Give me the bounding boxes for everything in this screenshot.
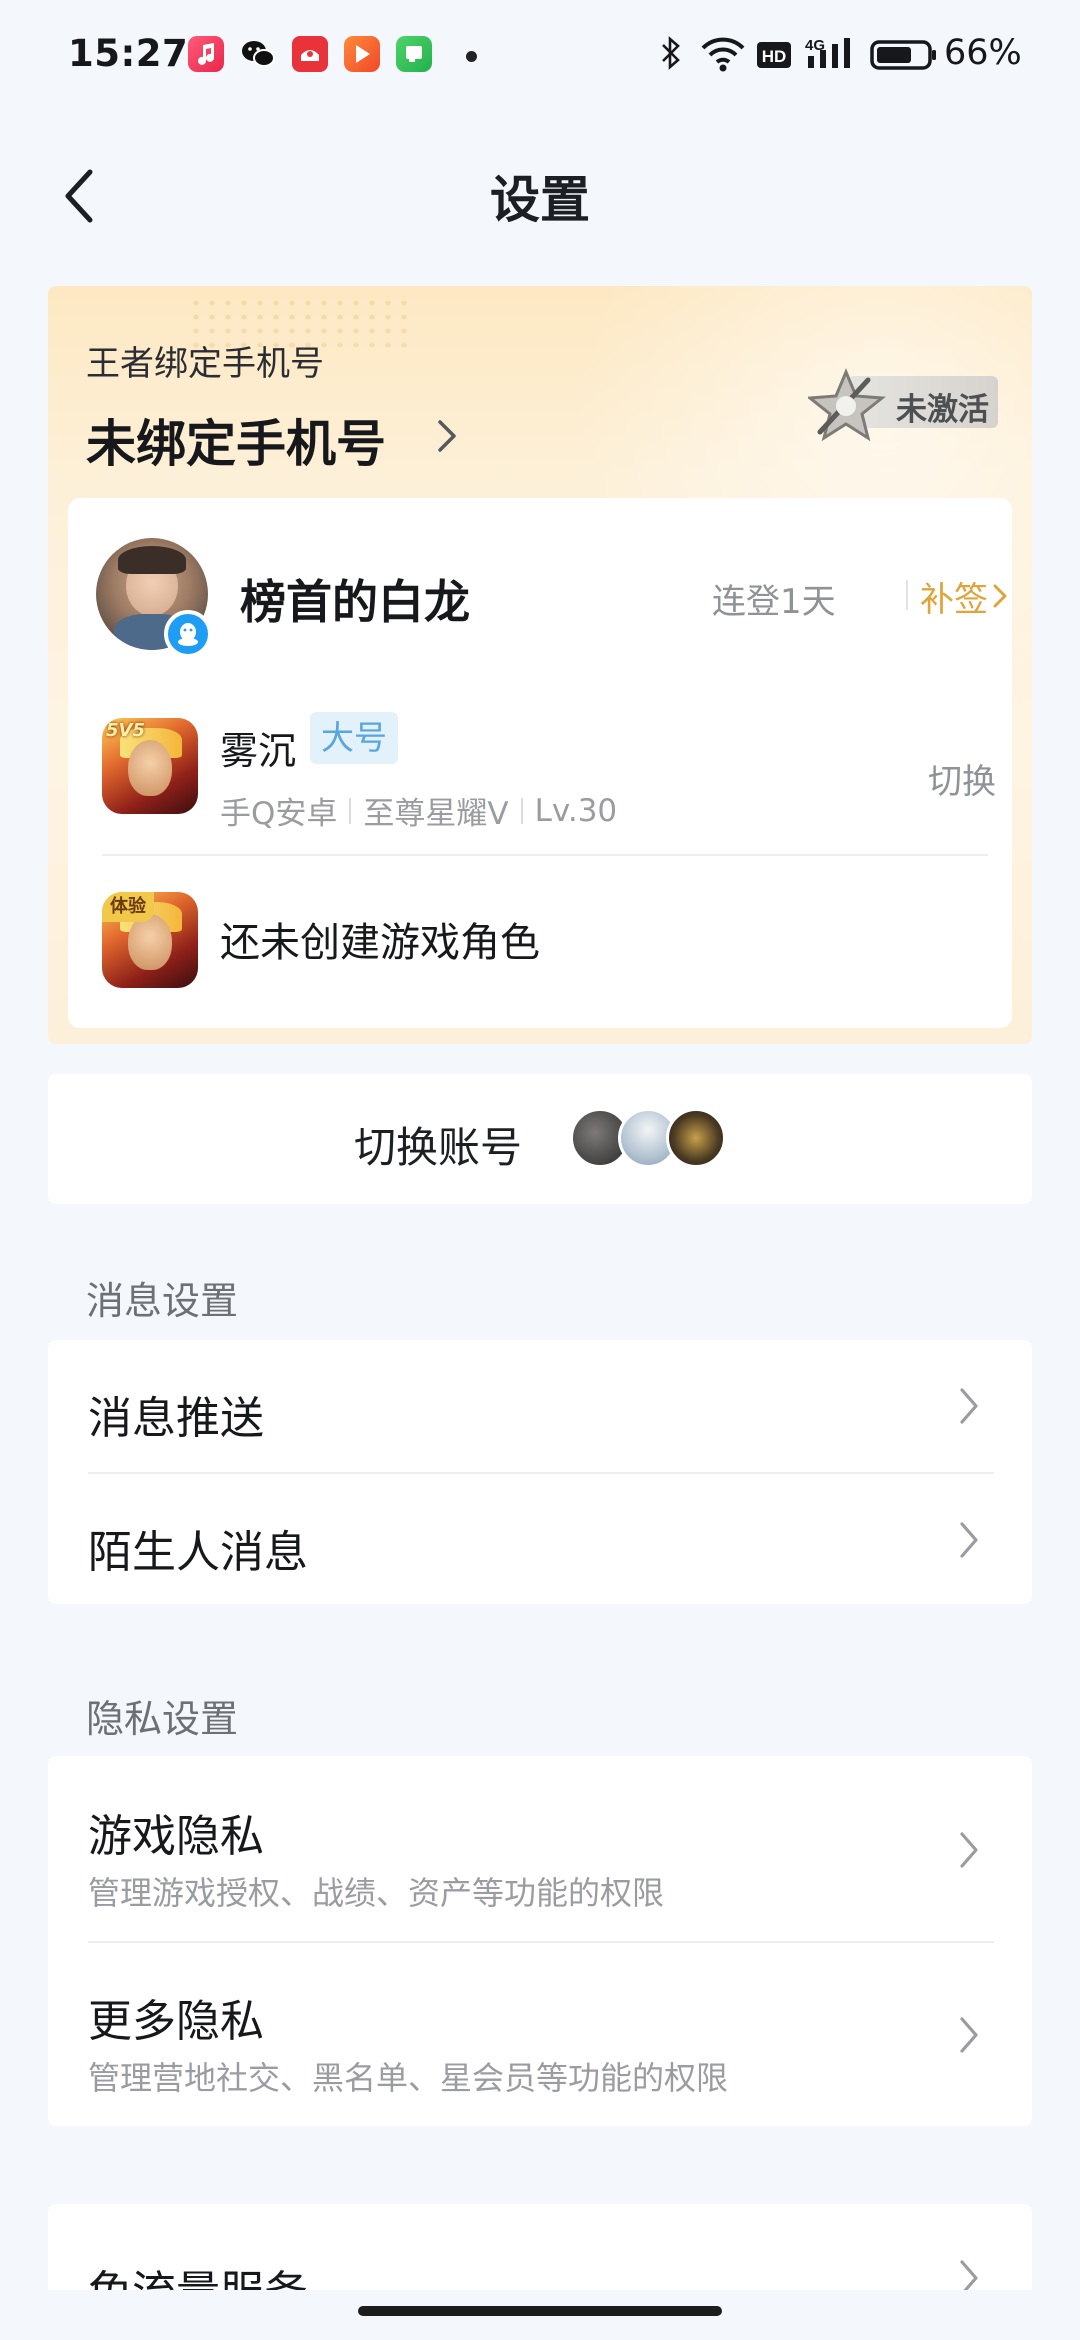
role-rank: 至尊星耀V bbox=[363, 796, 509, 832]
section-title-privacy: 隐私设置 bbox=[86, 1697, 239, 1741]
bluetooth-icon bbox=[662, 36, 680, 70]
profile-card: 榜首的白龙 连登1天 补签 5V5 雾沉 大号 手Q安卓 至尊星耀V Lv.30… bbox=[68, 498, 1012, 1028]
game-icon-tag: 体验 bbox=[102, 892, 154, 922]
red-app-icon bbox=[292, 36, 328, 72]
profile-nickname: 榜首的白龙 bbox=[240, 575, 470, 629]
inactive-badge: 未激活 bbox=[808, 366, 1008, 442]
game-icon-tag: 5V5 bbox=[106, 720, 145, 741]
section-title-message: 消息设置 bbox=[86, 1279, 239, 1323]
hd-icon: HD bbox=[757, 42, 791, 68]
divider bbox=[102, 854, 988, 856]
svg-text:HD: HD bbox=[762, 47, 787, 66]
battery-icon bbox=[870, 40, 936, 70]
battery-percentage: 66% bbox=[944, 33, 1022, 73]
main-account-tag: 大号 bbox=[310, 712, 398, 764]
row-subtitle: 管理游戏授权、战绩、资产等功能的权限 bbox=[88, 1874, 665, 1912]
row-stranger-message[interactable]: 陌生人消息 bbox=[48, 1472, 1032, 1604]
message-settings-group: 消息推送 陌生人消息 bbox=[48, 1340, 1032, 1604]
honor-of-kings-game-icon: 5V5 bbox=[102, 718, 198, 814]
badge-label: 未激活 bbox=[896, 392, 989, 428]
divider bbox=[520, 797, 523, 824]
home-indicator[interactable] bbox=[358, 2306, 722, 2316]
page-title: 设置 bbox=[490, 171, 590, 229]
makeup-sign-button[interactable]: 补签 bbox=[920, 572, 988, 621]
account-avatar bbox=[666, 1108, 726, 1168]
privacy-settings-group: 游戏隐私 管理游戏授权、战绩、资产等功能的权限 更多隐私 管理营地社交、黑名单、… bbox=[48, 1756, 1032, 2126]
star-emblem-icon bbox=[808, 368, 886, 442]
wifi-icon bbox=[701, 37, 745, 72]
phone-binding-card: 王者绑定手机号 未绑定手机号 未激活 榜首的白龙 连登1天 补签 5V5 雾沉 … bbox=[48, 286, 1032, 1044]
qq-badge-icon bbox=[164, 610, 212, 658]
chevron-right-icon[interactable] bbox=[432, 412, 462, 460]
row-message-push[interactable]: 消息推送 bbox=[48, 1340, 1032, 1472]
divider bbox=[906, 580, 908, 610]
switch-account-label: 切换账号 bbox=[354, 1123, 523, 1172]
notification-dot bbox=[466, 51, 477, 62]
switch-account-button[interactable]: 切换账号 bbox=[48, 1074, 1032, 1204]
row-title: 更多隐私 bbox=[88, 1996, 264, 2047]
chevron-right-icon bbox=[960, 1522, 978, 1558]
messages-app-icon bbox=[396, 36, 432, 72]
honor-of-kings-trial-game-icon: 体验 bbox=[102, 892, 198, 988]
role-name: 雾沉 bbox=[220, 729, 297, 773]
row-subtitle: 管理营地社交、黑名单、星会员等功能的权限 bbox=[88, 2059, 729, 2097]
login-streak: 连登1天 bbox=[712, 582, 836, 622]
signal-4g-icon: 4G bbox=[805, 37, 850, 68]
row-title: 消息推送 bbox=[88, 1393, 264, 1444]
role-level: Lv.30 bbox=[534, 792, 618, 829]
chevron-right-icon bbox=[960, 2017, 978, 2053]
row-title: 陌生人消息 bbox=[88, 1527, 308, 1578]
create-role-prompt[interactable]: 还未创建游戏角色 bbox=[220, 910, 540, 968]
divider bbox=[349, 797, 352, 824]
chevron-right-icon bbox=[960, 1832, 978, 1868]
chevron-right-icon bbox=[960, 1388, 978, 1424]
binding-caption: 王者绑定手机号 bbox=[86, 344, 324, 384]
video-app-icon bbox=[344, 36, 380, 72]
row-more-privacy[interactable]: 更多隐私 管理营地社交、黑名单、星会员等功能的权限 bbox=[48, 1941, 1032, 2126]
row-title: 游戏隐私 bbox=[88, 1811, 264, 1862]
switch-role-button[interactable]: 切换 bbox=[928, 754, 996, 803]
role-meta: 手Q安卓 至尊星耀V Lv.30 bbox=[220, 788, 617, 833]
binding-status-link[interactable]: 未绑定手机号 bbox=[86, 404, 386, 476]
row-game-privacy[interactable]: 游戏隐私 管理游戏授权、战绩、资产等功能的权限 bbox=[48, 1756, 1032, 1941]
chevron-right-icon[interactable] bbox=[990, 580, 1010, 612]
status-bar: 15:27 HD 4G 66% bbox=[0, 0, 1080, 110]
music-app-icon bbox=[188, 36, 224, 72]
wechat-icon bbox=[240, 36, 276, 72]
status-time: 15:27 bbox=[68, 32, 189, 75]
role-platform: 手Q安卓 bbox=[220, 796, 338, 832]
